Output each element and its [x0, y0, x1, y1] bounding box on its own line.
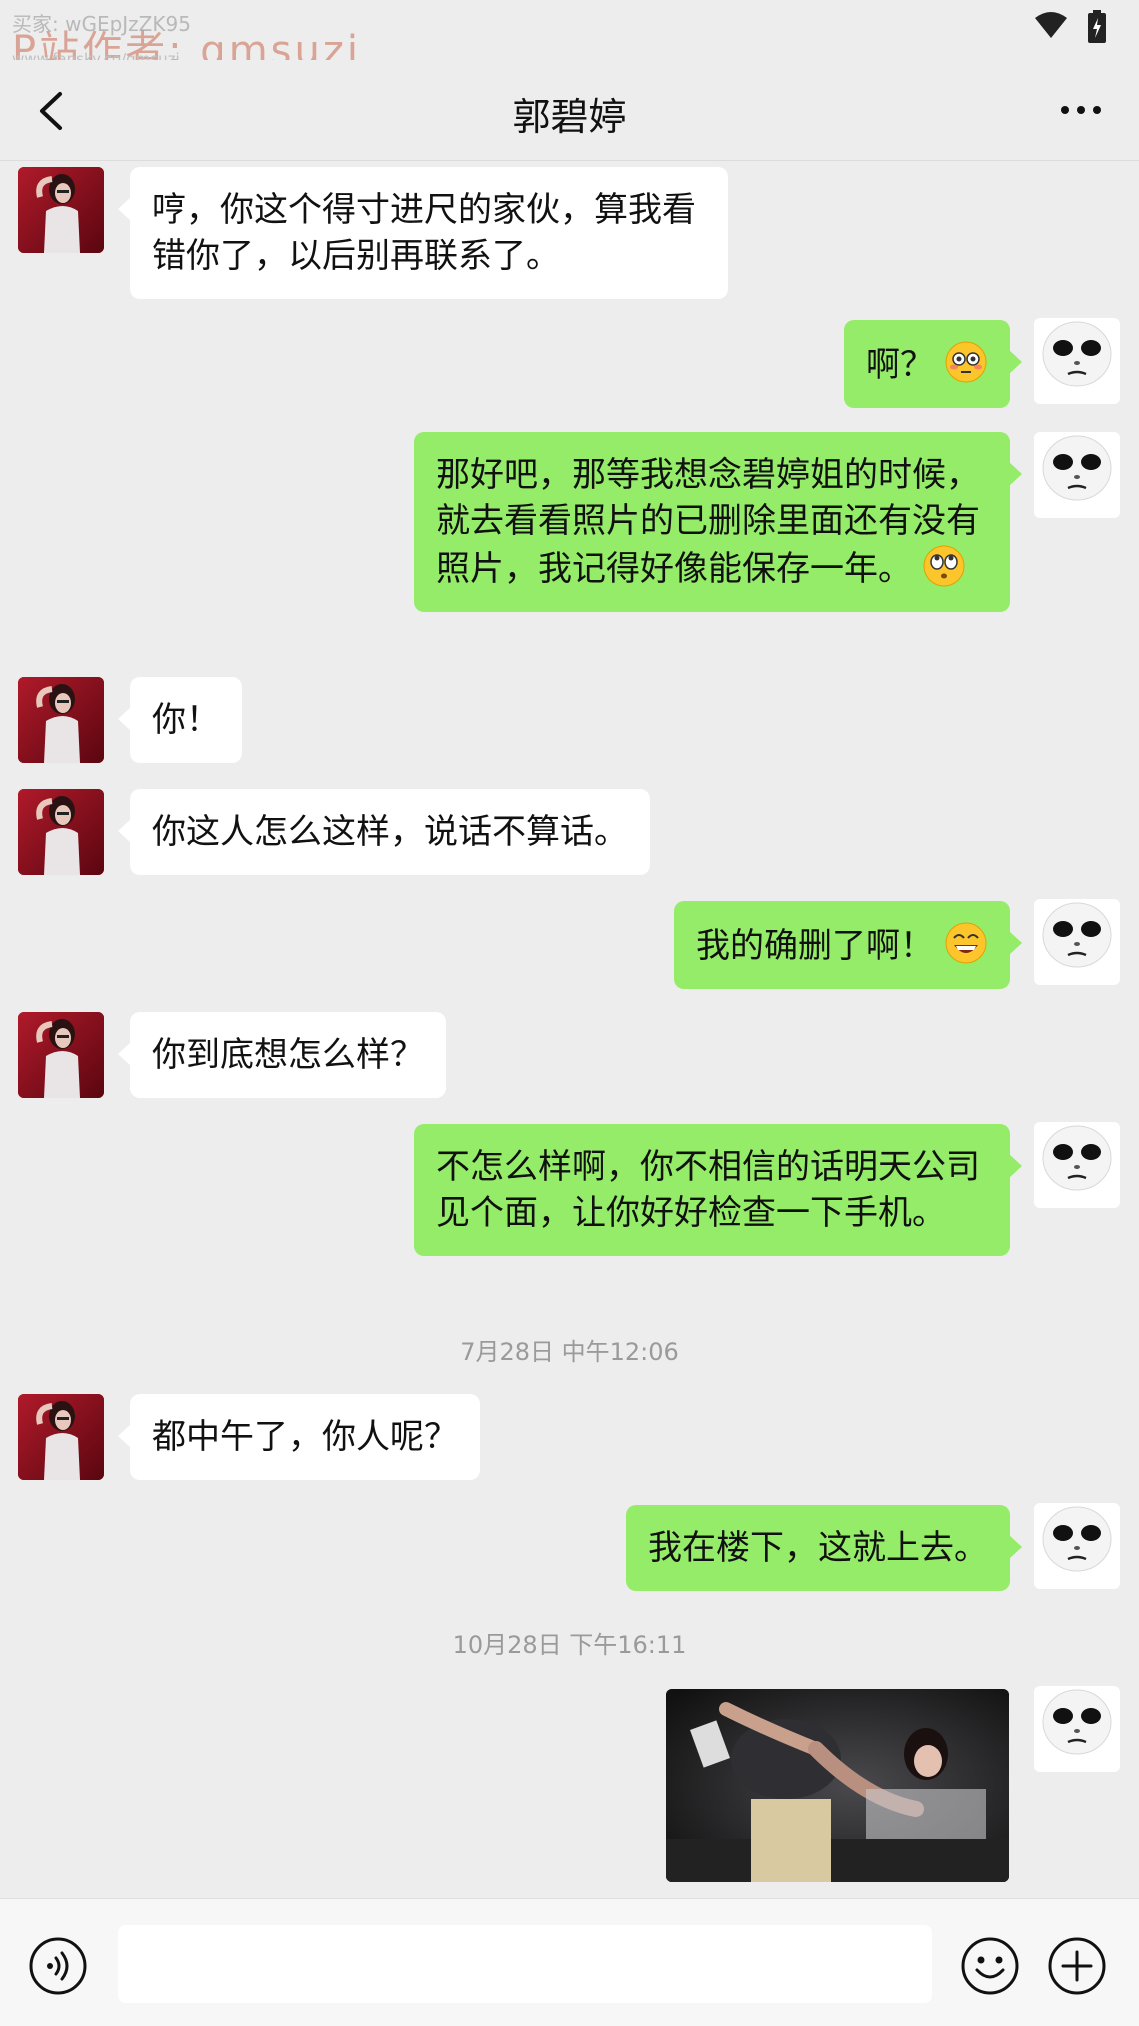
- emoji-icon[interactable]: [960, 1936, 1020, 1996]
- message-text: 不怎么样啊，你不相信的话明天公司见个面，让你好好检查一下手机。: [436, 1147, 980, 1233]
- grinning-face-icon: [945, 922, 987, 964]
- self-avatar[interactable]: [1034, 432, 1120, 518]
- message-input[interactable]: [118, 1925, 932, 2003]
- voice-icon[interactable]: [28, 1936, 88, 1996]
- status-bar: 买家: wGEpJzZK95 P站作者: qmsuzi www.fansky.c…: [0, 0, 1139, 74]
- more-options-icon[interactable]: [1051, 90, 1111, 130]
- photo-message-image: [666, 1689, 1009, 1882]
- message-text: 你！: [152, 700, 220, 740]
- message-text: 哼，你这个得寸进尺的家伙，算我看错你了，以后别再联系了。: [152, 190, 696, 276]
- message-text: 那好吧，那等我想念碧婷姐的时候，就去看看照片的已删除里面还有没有照片，我记得好像…: [436, 455, 980, 589]
- message-bubble[interactable]: 我的确删了啊！: [674, 901, 1022, 989]
- message-bubble[interactable]: 都中午了，你人呢？: [118, 1394, 480, 1480]
- input-bar: [0, 1898, 1139, 2026]
- photo-message[interactable]: [666, 1689, 1009, 1882]
- nav-bar: 郭碧婷: [0, 60, 1139, 161]
- message-bubble[interactable]: 我在楼下，这就上去。: [626, 1505, 1022, 1591]
- self-avatar[interactable]: [1034, 1686, 1120, 1772]
- message-text: 你这人怎么这样，说话不算话。: [152, 812, 628, 852]
- self-avatar[interactable]: [1034, 1122, 1120, 1208]
- message-timestamp: 7月28日 中午12:06: [460, 1338, 679, 1366]
- self-avatar[interactable]: [1034, 899, 1120, 985]
- contact-avatar[interactable]: [18, 1394, 104, 1480]
- contact-avatar[interactable]: [18, 1012, 104, 1098]
- rolling-eyes-face-icon: [923, 545, 965, 587]
- plus-icon[interactable]: [1047, 1936, 1107, 1996]
- message-bubble[interactable]: 你这人怎么这样，说话不算话。: [118, 789, 650, 875]
- message-bubble[interactable]: 啊？: [844, 320, 1022, 408]
- contact-avatar[interactable]: [18, 789, 104, 875]
- message-bubble[interactable]: 不怎么样啊，你不相信的话明天公司见个面，让你好好检查一下手机。: [414, 1124, 1022, 1256]
- message-bubble[interactable]: 哼，你这个得寸进尺的家伙，算我看错你了，以后别再联系了。: [118, 167, 728, 299]
- message-text: 我的确删了啊！: [696, 926, 934, 966]
- message-text: 都中午了，你人呢？: [152, 1417, 458, 1457]
- message-bubble[interactable]: 那好吧，那等我想念碧婷姐的时候，就去看看照片的已删除里面还有没有照片，我记得好像…: [414, 432, 1022, 612]
- contact-avatar[interactable]: [18, 167, 104, 253]
- battery-charging-icon: [1088, 10, 1106, 43]
- self-avatar[interactable]: [1034, 1503, 1120, 1589]
- flushed-face-icon: [945, 341, 987, 383]
- contact-avatar[interactable]: [18, 677, 104, 763]
- message-text: 我在楼下，这就上去。: [648, 1528, 988, 1568]
- message-text: 你到底想怎么样？: [152, 1035, 424, 1075]
- message-bubble[interactable]: 你！: [118, 677, 242, 763]
- chat-title: 郭碧婷: [512, 95, 627, 139]
- wifi-icon: [1035, 12, 1067, 38]
- self-avatar[interactable]: [1034, 318, 1120, 404]
- message-timestamp: 10月28日 下午16:11: [452, 1631, 687, 1659]
- message-text: 啊？: [866, 345, 934, 385]
- message-bubble[interactable]: 你到底想怎么样？: [118, 1012, 446, 1098]
